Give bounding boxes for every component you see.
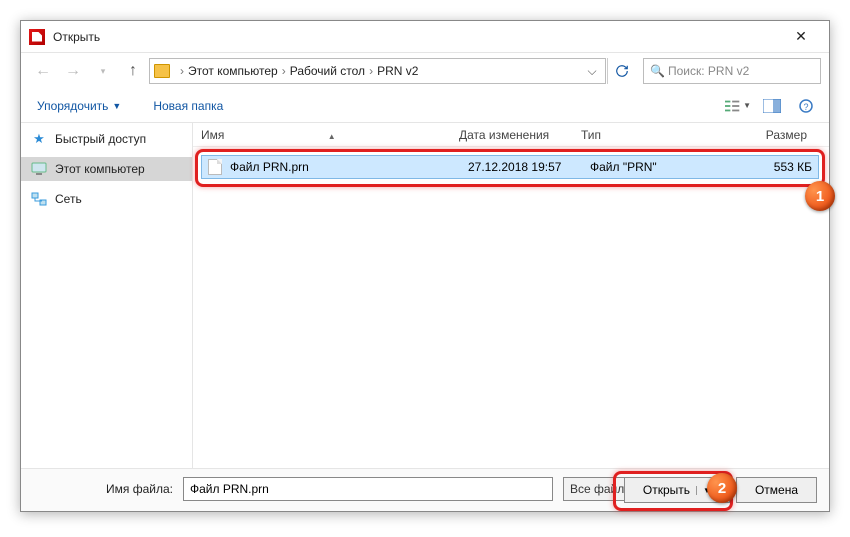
annotation-badge-1: 1 (805, 181, 835, 211)
help-button[interactable]: ? (793, 95, 819, 117)
network-icon (31, 191, 47, 207)
cancel-button[interactable]: Отмена (736, 477, 817, 503)
search-input[interactable]: 🔍 Поиск: PRN v2 (643, 58, 821, 84)
col-type-header[interactable]: Тип (581, 128, 691, 142)
chevron-right-icon: › (180, 64, 184, 78)
star-icon: ★ (31, 131, 47, 147)
breadcrumb-bar[interactable]: › Этот компьютер › Рабочий стол › PRN v2… (149, 58, 606, 84)
new-folder-button[interactable]: Новая папка (147, 95, 229, 117)
breadcrumb-part[interactable]: PRN v2 (377, 64, 418, 78)
sidebar-item-quick-access[interactable]: ★ Быстрый доступ (21, 127, 192, 151)
footer: Имя файла: Все файлы (*.*) ▼ Открыть ▼ О… (21, 468, 829, 511)
organize-button[interactable]: Упорядочить▼ (31, 95, 127, 117)
file-date: 27.12.2018 19:57 (468, 160, 590, 174)
chevron-right-icon: › (282, 64, 286, 78)
search-icon: 🔍 (650, 64, 664, 78)
file-list-area: Имя ▲ Дата изменения Тип Размер Файл PRN… (193, 123, 829, 468)
col-date-header[interactable]: Дата изменения (459, 128, 581, 142)
window-title: Открыть (53, 30, 100, 44)
sidebar-item-label: Сеть (55, 192, 82, 206)
view-options-button[interactable]: ▼ (725, 95, 751, 117)
svg-text:?: ? (803, 102, 808, 112)
sidebar-item-network[interactable]: Сеть (21, 187, 192, 211)
monitor-icon (31, 161, 47, 177)
file-row[interactable]: Файл PRN.prn 27.12.2018 19:57 Файл "PRN"… (201, 155, 819, 179)
filename-label: Имя файла: (33, 482, 173, 496)
filename-input[interactable] (183, 477, 553, 501)
column-headers: Имя ▲ Дата изменения Тип Размер (193, 123, 829, 147)
chevron-right-icon: › (369, 64, 373, 78)
recent-dropdown[interactable]: ▾ (89, 57, 117, 85)
back-button[interactable]: ← (29, 57, 57, 85)
sidebar-item-label: Этот компьютер (55, 162, 145, 176)
sidebar-item-this-pc[interactable]: Этот компьютер (21, 157, 192, 181)
sidebar: ★ Быстрый доступ Этот компьютер Сеть (21, 123, 193, 468)
toolbar: Упорядочить▼ Новая папка ▼ ? (21, 89, 829, 123)
adobe-icon (29, 29, 45, 45)
annotation-badge-2: 2 (707, 473, 737, 503)
dialog-body: ★ Быстрый доступ Этот компьютер Сеть (21, 123, 829, 468)
sidebar-item-label: Быстрый доступ (55, 132, 146, 146)
search-placeholder: Поиск: PRN v2 (668, 64, 749, 78)
chevron-down-icon: ▼ (112, 101, 121, 111)
breadcrumb-part[interactable]: Этот компьютер (188, 64, 278, 78)
up-button[interactable]: ↑ (119, 57, 147, 85)
breadcrumb-part[interactable]: Рабочий стол (290, 64, 365, 78)
preview-pane-button[interactable] (759, 95, 785, 117)
file-name: Файл PRN.prn (230, 160, 468, 174)
file-size: 553 КБ (700, 160, 812, 174)
col-name-header[interactable]: Имя ▲ (201, 128, 459, 142)
file-icon (208, 159, 222, 175)
close-button[interactable]: ✕ (781, 28, 821, 45)
col-size-header[interactable]: Размер (691, 128, 821, 142)
folder-icon (154, 64, 170, 78)
refresh-button[interactable] (607, 58, 635, 84)
breadcrumb-dropdown[interactable]: ⌵ (583, 64, 601, 79)
nav-row: ← → ▾ ↑ › Этот компьютер › Рабочий стол … (21, 53, 829, 89)
titlebar: Открыть ✕ (21, 21, 829, 53)
forward-button[interactable]: → (59, 57, 87, 85)
open-dialog: Открыть ✕ ← → ▾ ↑ › Этот компьютер › Раб… (20, 20, 830, 512)
file-type: Файл "PRN" (590, 160, 700, 174)
sort-indicator-icon: ▲ (328, 132, 336, 141)
